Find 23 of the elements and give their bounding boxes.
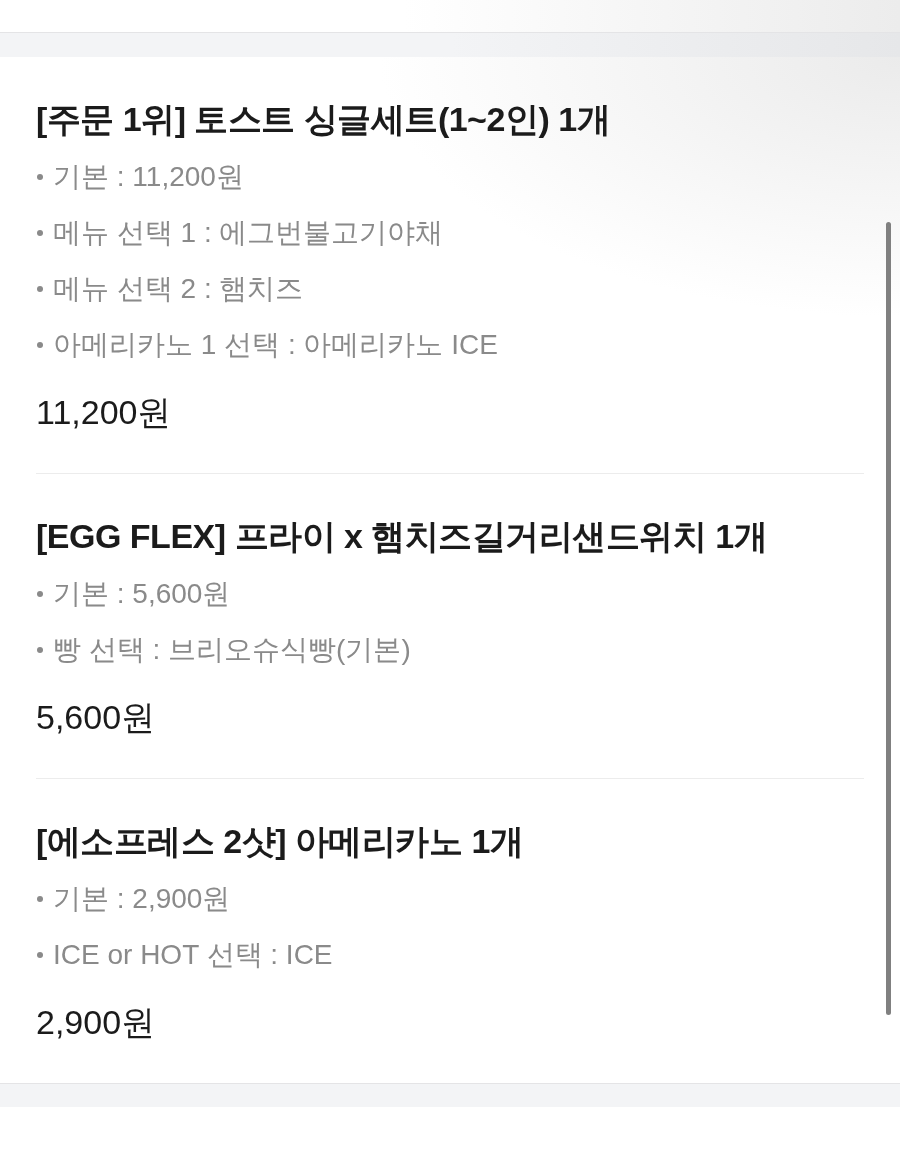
bullet-icon: [37, 286, 43, 292]
option-text: 메뉴 선택 1 : 에그번불고기야채: [53, 216, 444, 250]
bullet-icon: [37, 174, 43, 180]
bullet-icon: [37, 230, 43, 236]
option-text: 아메리카노 1 선택 : 아메리카노 ICE: [53, 328, 498, 362]
product-title: [에소프레스 2샷] 아메리카노 1개: [36, 821, 525, 861]
bullet-icon: [37, 952, 43, 958]
bullet-icon: [37, 342, 43, 348]
option-text: 기본 : 11,200원: [53, 160, 244, 194]
scrollbar-thumb[interactable]: [886, 222, 891, 1015]
item-price: 5,600원: [36, 697, 157, 738]
bullet-icon: [37, 896, 43, 902]
product-title: [주문 1위] 토스트 싱글세트(1~2인) 1개: [36, 99, 612, 139]
option-text: ICE or HOT 선택 : ICE: [53, 938, 333, 972]
option-text: 메뉴 선택 2 : 햄치즈: [53, 272, 304, 306]
product-title: [EGG FLEX] 프라이 x 햄치즈길거리샌드위치 1개: [36, 516, 769, 556]
item-price: 2,900원: [36, 1002, 157, 1043]
option-text: 기본 : 2,900원: [53, 882, 231, 916]
option-text: 기본 : 5,600원: [53, 577, 231, 611]
bullet-icon: [37, 591, 43, 597]
option-text: 빵 선택 : 브리오슈식빵(기본): [53, 633, 411, 667]
bullet-icon: [37, 647, 43, 653]
item-price: 11,200원: [36, 392, 173, 433]
